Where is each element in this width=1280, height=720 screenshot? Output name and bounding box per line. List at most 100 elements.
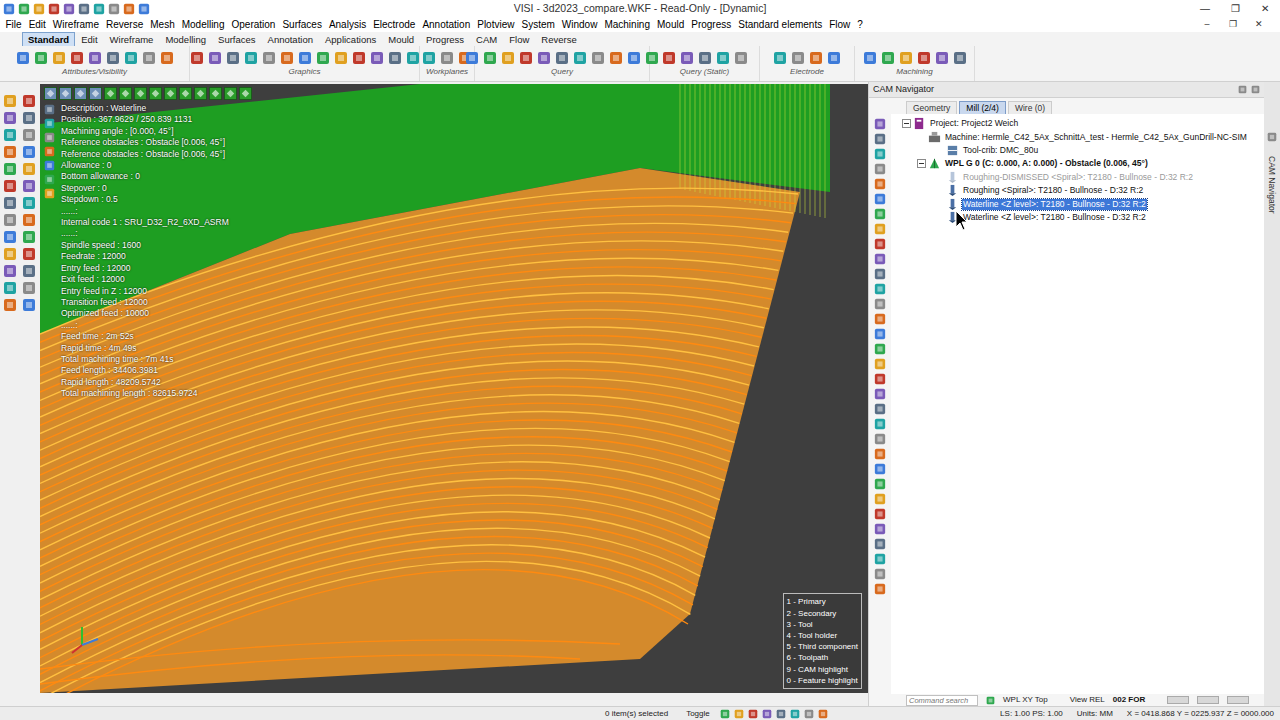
tool-icon[interactable] bbox=[3, 145, 19, 159]
tool-icon[interactable] bbox=[935, 51, 949, 65]
ribbon-tab[interactable]: Flow bbox=[503, 32, 535, 47]
window-control-button[interactable]: ✕ bbox=[1250, 1, 1280, 16]
tool-icon[interactable] bbox=[352, 51, 366, 65]
tool-icon[interactable] bbox=[874, 538, 886, 550]
tree-label[interactable]: Waterline <Z level>: T2180 - Bullnose - … bbox=[962, 199, 1147, 210]
tool-icon[interactable] bbox=[791, 51, 805, 65]
tool-icon[interactable] bbox=[22, 111, 38, 125]
toggle-box[interactable] bbox=[1167, 696, 1189, 704]
tool-icon[interactable] bbox=[874, 403, 886, 415]
tool-icon[interactable] bbox=[874, 448, 886, 460]
tool-icon[interactable] bbox=[34, 51, 48, 65]
tool-icon[interactable] bbox=[874, 463, 886, 475]
navigator-tab[interactable]: Mill (2/4) bbox=[959, 101, 1006, 114]
tool-icon[interactable] bbox=[22, 94, 38, 108]
tree-label[interactable]: Roughing <Spiral>: T2180 - Bullnose - D:… bbox=[962, 185, 1144, 196]
tool-icon[interactable] bbox=[748, 709, 758, 719]
tool-icon[interactable] bbox=[874, 178, 886, 190]
tool-icon[interactable] bbox=[106, 51, 120, 65]
ribbon-tab[interactable]: Standard bbox=[22, 32, 75, 47]
tool-icon[interactable] bbox=[874, 373, 886, 385]
tool-icon[interactable] bbox=[874, 193, 886, 205]
expander-icon[interactable] bbox=[917, 159, 928, 168]
toggle-button[interactable]: Toggle bbox=[686, 708, 710, 720]
expander-icon[interactable] bbox=[917, 133, 928, 142]
ribbon-tab[interactable]: Edit bbox=[75, 32, 103, 47]
menu-item[interactable]: Annotation bbox=[419, 17, 474, 32]
mdi-control-button[interactable]: – bbox=[1194, 18, 1220, 32]
side-label[interactable]: CAM Navigator bbox=[1266, 156, 1279, 214]
view-tool-icon[interactable] bbox=[209, 87, 222, 100]
tool-icon[interactable] bbox=[734, 709, 744, 719]
tree-row[interactable]: Waterline <Z level>: T2180 - Bullnose - … bbox=[891, 211, 1264, 224]
tool-icon[interactable] bbox=[3, 298, 19, 312]
tool-icon[interactable] bbox=[3, 264, 19, 278]
workplane-indicator[interactable]: WPL XY Top bbox=[1003, 694, 1048, 706]
tool-icon[interactable] bbox=[662, 51, 676, 65]
tool-icon[interactable] bbox=[44, 104, 55, 115]
tree-label[interactable]: Tool-crib: DMC_80u bbox=[962, 145, 1039, 156]
tool-icon[interactable] bbox=[773, 51, 787, 65]
tool-icon[interactable] bbox=[70, 51, 84, 65]
view-tool-icon[interactable] bbox=[104, 87, 117, 100]
tool-icon[interactable] bbox=[22, 145, 38, 159]
tool-icon[interactable] bbox=[501, 51, 515, 65]
tool-icon[interactable] bbox=[3, 111, 19, 125]
view-tool-icon[interactable] bbox=[164, 87, 177, 100]
tool-icon[interactable] bbox=[48, 3, 60, 15]
view-tool-icon[interactable] bbox=[44, 87, 57, 100]
ribbon-tab[interactable]: Applications bbox=[319, 32, 382, 47]
tree-label[interactable]: WPL G 0 (C: 0.000, A: 0.000) - Obstacle … bbox=[944, 158, 1149, 169]
tool-icon[interactable] bbox=[953, 51, 967, 65]
tool-icon[interactable] bbox=[591, 51, 605, 65]
view-tool-icon[interactable] bbox=[59, 87, 72, 100]
mdi-control-button[interactable]: ❐ bbox=[1220, 18, 1246, 32]
tool-icon[interactable] bbox=[22, 281, 38, 295]
viewport[interactable]: Description : WaterlinePosition : 367.96… bbox=[40, 84, 868, 693]
tool-icon[interactable] bbox=[63, 3, 75, 15]
tool-icon[interactable] bbox=[874, 268, 886, 280]
expander-icon[interactable] bbox=[935, 213, 946, 222]
tool-icon[interactable] bbox=[78, 3, 90, 15]
tree-label[interactable]: Roughing-DISMISSED <Spiral>: T2180 - Bul… bbox=[962, 172, 1194, 183]
menu-item[interactable]: Machining bbox=[601, 17, 654, 32]
menu-item[interactable]: Flow bbox=[826, 17, 854, 32]
view-tool-icon[interactable] bbox=[194, 87, 207, 100]
tool-icon[interactable] bbox=[44, 174, 55, 185]
view-tool-icon[interactable] bbox=[134, 87, 147, 100]
tree-row[interactable]: WPL G 0 (C: 0.000, A: 0.000) - Obstacle … bbox=[891, 157, 1264, 170]
tool-icon[interactable] bbox=[316, 51, 330, 65]
tool-icon[interactable] bbox=[298, 51, 312, 65]
tool-icon[interactable] bbox=[874, 583, 886, 595]
tool-icon[interactable] bbox=[573, 51, 587, 65]
tool-icon[interactable] bbox=[609, 51, 623, 65]
tool-icon[interactable] bbox=[44, 160, 55, 171]
tool-icon[interactable] bbox=[762, 709, 772, 719]
tool-icon[interactable] bbox=[537, 51, 551, 65]
tool-icon[interactable] bbox=[874, 388, 886, 400]
tool-icon[interactable] bbox=[874, 328, 886, 340]
tool-icon[interactable] bbox=[874, 433, 886, 445]
tree-label[interactable]: Waterline <Z level>: T2180 - Bullnose - … bbox=[962, 212, 1147, 223]
menu-item[interactable]: Electrode bbox=[370, 17, 419, 32]
tree-row[interactable]: Tool-crib: DMC_80u bbox=[891, 144, 1264, 157]
mdi-control-button[interactable]: ✕ bbox=[1246, 18, 1272, 32]
tool-icon[interactable] bbox=[874, 313, 886, 325]
toggle-box[interactable] bbox=[1227, 696, 1249, 704]
mode-indicator[interactable]: 002 FOR bbox=[1113, 694, 1145, 706]
tool-icon[interactable] bbox=[22, 128, 38, 142]
menu-item[interactable]: Standard elements bbox=[735, 17, 826, 32]
tool-icon[interactable] bbox=[827, 51, 841, 65]
ribbon-tab[interactable]: CAM bbox=[470, 32, 503, 47]
tool-icon[interactable] bbox=[160, 51, 174, 65]
tool-icon[interactable] bbox=[734, 51, 748, 65]
tool-icon[interactable] bbox=[776, 709, 786, 719]
tool-icon[interactable] bbox=[874, 208, 886, 220]
tool-icon[interactable] bbox=[874, 508, 886, 520]
view-tool-icon[interactable] bbox=[224, 87, 237, 100]
tool-icon[interactable] bbox=[108, 3, 120, 15]
menu-item[interactable]: Analysis bbox=[325, 17, 369, 32]
tool-icon[interactable] bbox=[874, 253, 886, 265]
tool-icon[interactable] bbox=[22, 230, 38, 244]
tool-icon[interactable] bbox=[422, 51, 436, 65]
